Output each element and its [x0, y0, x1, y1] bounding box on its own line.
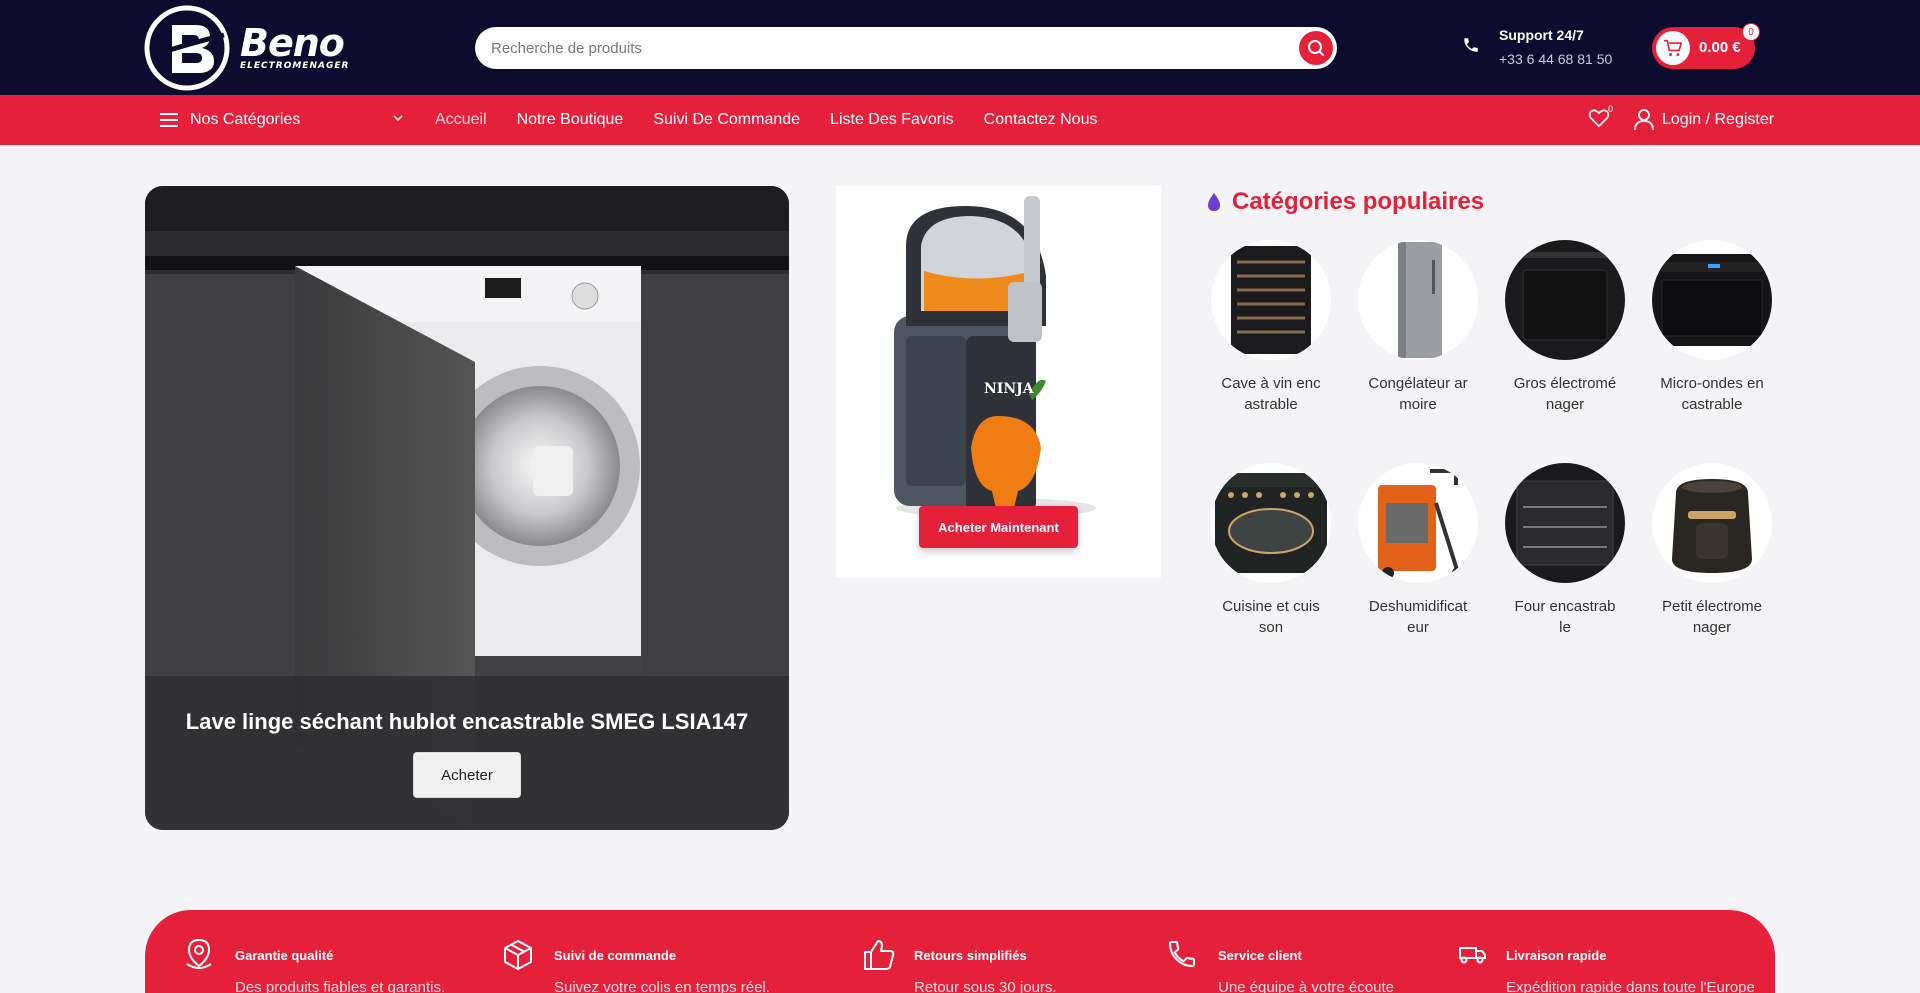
category-cuisine-cuisson[interactable]: Cuisine et cuisson: [1201, 463, 1341, 638]
search-input[interactable]: [491, 27, 1271, 69]
feature-desc: Retour sous 30 jours.: [914, 979, 1057, 993]
menu-icon: [160, 113, 178, 127]
category-micro-ondes[interactable]: Micro-ondes encastrable: [1642, 240, 1782, 415]
top-header: Beno ELECTROMENAGER Support 24/7 +33 6 4…: [0, 0, 1920, 95]
nav-link-suivi[interactable]: Suivi De Commande: [653, 111, 800, 129]
category-gros-electromenager[interactable]: Gros électroménager: [1495, 240, 1635, 415]
support-phone: +33 6 44 68 81 50: [1499, 51, 1613, 67]
nav-link-accueil[interactable]: Accueil: [435, 111, 487, 129]
cart-button[interactable]: 0.00 € 0: [1652, 23, 1760, 69]
range-cooker-icon: [1211, 463, 1331, 583]
hero-title: Lave linge séchant hublot encastrable SM…: [185, 709, 749, 734]
nav-link-contact[interactable]: Contactez Nous: [984, 111, 1098, 129]
login-label: Login / Register: [1662, 111, 1775, 128]
freezer-icon: [1358, 240, 1478, 360]
category-name: Cave à vin encastrable: [1221, 375, 1321, 413]
wishlist-count: 0: [1608, 104, 1614, 114]
promo-card: NINJA Acheter Maintenant: [836, 186, 1161, 578]
search-button[interactable]: [1299, 31, 1333, 65]
category-petit-electromenager[interactable]: Petit électromenager: [1642, 463, 1782, 638]
cart-icon: [1664, 39, 1682, 57]
category-name: Gros électroménager: [1513, 375, 1617, 413]
feature-title: Service client: [1218, 948, 1302, 963]
feature-title: Livraison rapide: [1506, 948, 1607, 963]
feature-desc: Une équipe à votre écoute: [1218, 979, 1394, 993]
category-name: Petit électromenager: [1661, 598, 1763, 636]
box-icon: [504, 940, 532, 970]
categories-dropdown[interactable]: Nos Catégories: [160, 95, 404, 145]
category-cave-a-vin[interactable]: Cave à vin encastrable: [1201, 240, 1341, 415]
microwave-icon: [1652, 240, 1772, 360]
category-deshumidificateur[interactable]: Deshumidificateur: [1348, 463, 1488, 638]
feature-title: Garantie qualité: [235, 948, 334, 963]
brand-logo[interactable]: Beno ELECTROMENAGER: [144, 5, 364, 91]
wine-cellar-icon: [1211, 240, 1331, 360]
feature-desc: Des produits fiables et garantis.: [235, 979, 446, 993]
large-appliance-icon: [1505, 240, 1625, 360]
oven-icon: [1505, 463, 1625, 583]
hero-banner: Lave linge séchant hublot encastrable SM…: [145, 186, 789, 830]
location-badge-icon: [186, 938, 212, 969]
air-fryer-icon: [1652, 463, 1772, 583]
phone-icon: [1464, 38, 1478, 52]
heart-icon: [1588, 109, 1610, 128]
category-name: Deshumidificateur: [1368, 598, 1468, 636]
search-icon: [1308, 40, 1324, 56]
brand-tagline: ELECTROMENAGER: [240, 61, 350, 71]
support-contact[interactable]: Support 24/7 +33 6 44 68 81 50: [1462, 24, 1622, 72]
phone-icon: [1168, 941, 1195, 968]
feature-title: Suivi de commande: [554, 948, 677, 963]
thumbs-up-icon: [864, 940, 895, 970]
category-four-encastrable[interactable]: Four encastrable: [1495, 463, 1635, 638]
support-label: Support 24/7: [1499, 27, 1584, 43]
category-name: Congélateur armoire: [1368, 375, 1468, 413]
hero-buy-button[interactable]: Acheter: [413, 752, 521, 798]
popular-categories-title: Catégories populaires: [1232, 188, 1485, 215]
popular-categories-heading: Catégories populaires: [1206, 188, 1484, 216]
ninja-brand-mark: NINJA: [984, 381, 1035, 397]
main-nav: Nos Catégories Accueil Notre Boutique Su…: [0, 95, 1920, 145]
cart-amount: 0.00 €: [1699, 39, 1741, 56]
dehumidifier-icon: [1358, 463, 1478, 583]
nav-link-boutique[interactable]: Notre Boutique: [517, 111, 624, 129]
feature-desc: Suivez votre colis en temps réel.: [554, 979, 770, 993]
drop-icon: [1208, 193, 1220, 211]
feature-title: Retours simplifiés: [914, 948, 1027, 963]
user-icon: [1634, 109, 1654, 131]
features-strip: Garantie qualité Des produits fiables et…: [145, 910, 1775, 993]
brand-name: Beno: [240, 21, 345, 65]
logo-emblem: [144, 5, 230, 91]
feature-desc: Expédition rapide dans toute l'Europe: [1506, 979, 1755, 993]
chevron-down-icon: [393, 115, 403, 122]
search-bar: [475, 27, 1337, 69]
login-register-link[interactable]: Login / Register: [1634, 95, 1774, 145]
cart-count-badge: 0: [1742, 23, 1760, 41]
nav-links: Accueil Notre Boutique Suivi De Commande…: [435, 95, 1127, 145]
category-name: Four encastrable: [1514, 598, 1616, 636]
nav-link-favoris[interactable]: Liste Des Favoris: [830, 111, 954, 129]
category-name: Cuisine et cuisson: [1222, 598, 1320, 636]
wishlist-button[interactable]: 0: [1588, 104, 1614, 132]
buy-now-button[interactable]: Acheter Maintenant: [919, 506, 1078, 548]
cart-icon-wrap: [1656, 31, 1690, 65]
delivery-icon: [1459, 947, 1486, 964]
categories-label: Nos Catégories: [190, 111, 301, 128]
category-name: Micro-ondes encastrable: [1660, 375, 1764, 413]
category-congelateur[interactable]: Congélateur armoire: [1348, 240, 1488, 415]
